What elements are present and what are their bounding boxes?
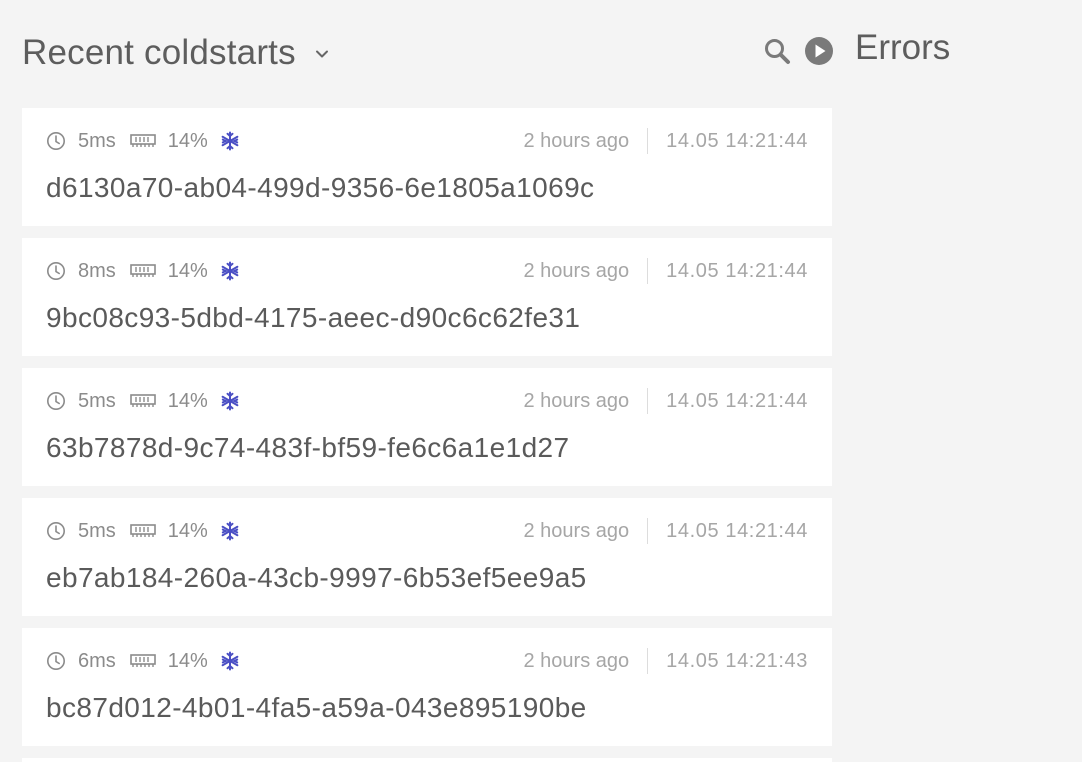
- page: Recent coldstarts Errors 5ms 14% 2 hours…: [0, 0, 1082, 762]
- coldstart-id[interactable]: 9bc08c93-5dbd-4175-aeec-d90c6c62fe31: [46, 300, 580, 336]
- coldstart-id[interactable]: 63b7878d-9c74-483f-bf59-fe6c6a1e1d27: [46, 430, 570, 466]
- timestamp: 14.05 14:21:44: [666, 259, 808, 282]
- divider: [647, 648, 649, 674]
- relative-time: 2 hours ago: [523, 259, 630, 282]
- coldstart-meta: 5ms 14% 2 hours ago 14.05 14:21:44: [46, 388, 808, 414]
- relative-time: 2 hours ago: [523, 519, 630, 542]
- coldstart-id[interactable]: eb7ab184-260a-43cb-9997-6b53ef5ee9a5: [46, 560, 587, 596]
- memory-icon: [129, 263, 156, 279]
- memory-icon: [129, 393, 156, 409]
- duration-value: 8ms: [78, 259, 116, 282]
- divider: [647, 258, 649, 284]
- coldstart-card[interactable]: 6ms 14% 2 hours ago 14.05 14:21:43 bc87d…: [22, 628, 832, 746]
- memory-value: 14%: [167, 259, 208, 282]
- relative-time: 2 hours ago: [523, 649, 630, 672]
- timestamp: 14.05 14:21:43: [666, 649, 808, 672]
- snowflake-icon: [220, 261, 240, 281]
- coldstart-card[interactable]: 5ms 14%: [22, 108, 832, 226]
- relative-time: 2 hours ago: [523, 389, 630, 412]
- coldstarts-header: Recent coldstarts: [22, 28, 842, 78]
- search-icon[interactable]: [762, 36, 792, 66]
- snowflake-icon: [220, 131, 240, 151]
- timestamp: 14.05 14:21:44: [666, 389, 808, 412]
- clock-icon: [46, 261, 66, 281]
- clock-icon: [46, 391, 66, 411]
- memory-icon: [129, 523, 156, 539]
- page-title: Recent coldstarts: [22, 33, 296, 72]
- coldstart-id[interactable]: d6130a70-ab04-499d-9356-6e1805a1069c: [46, 170, 594, 206]
- play-icon[interactable]: [804, 36, 834, 66]
- memory-value: 14%: [167, 519, 208, 542]
- memory-value: 14%: [167, 389, 208, 412]
- memory-icon: [129, 133, 156, 149]
- coldstart-meta: 8ms 14% 2 hours ago 14.05 14:21:44: [46, 258, 808, 284]
- memory-value: 14%: [167, 649, 208, 672]
- coldstart-id[interactable]: bc87d012-4b01-4fa5-a59a-043e895190be: [46, 690, 587, 726]
- divider: [647, 128, 649, 154]
- chevron-down-icon[interactable]: [314, 46, 330, 62]
- errors-title: Errors: [855, 28, 951, 67]
- divider: [647, 518, 649, 544]
- snowflake-icon: [220, 521, 240, 541]
- divider: [647, 388, 649, 414]
- coldstart-meta: 5ms 14% 2 hours ago 14.05 14:21:44: [46, 518, 808, 544]
- snowflake-icon: [220, 651, 240, 671]
- coldstarts-title-dropdown[interactable]: Recent coldstarts: [22, 28, 330, 78]
- coldstart-card[interactable]: 8ms 14% 2 hours ago 14.05 14:21:44 9bc08…: [22, 238, 832, 356]
- clock-icon: [46, 131, 66, 151]
- clock-icon: [46, 651, 66, 671]
- coldstart-meta: 6ms 14% 2 hours ago 14.05 14:21:43: [46, 648, 808, 674]
- coldstart-list: 5ms 14% 2 hours ago 14.05 14:21:44 d6130…: [22, 108, 832, 762]
- coldstart-meta: 5ms 14% 2 hours ago 14.05 14:21:44: [46, 128, 808, 154]
- timestamp: 14.05 14:21:44: [666, 129, 808, 152]
- timestamp: 14.05 14:21:44: [666, 519, 808, 542]
- coldstart-card[interactable]: 5ms 14%: [22, 498, 832, 616]
- duration-value: 5ms: [78, 389, 116, 412]
- snowflake-icon: [220, 391, 240, 411]
- duration-value: 6ms: [78, 649, 116, 672]
- duration-value: 5ms: [78, 129, 116, 152]
- clock-icon: [46, 521, 66, 541]
- coldstart-card[interactable]: 5ms 14%: [22, 368, 832, 486]
- memory-value: 14%: [167, 129, 208, 152]
- coldstart-card-partial[interactable]: [22, 758, 832, 762]
- header-actions: [762, 36, 834, 66]
- memory-icon: [129, 653, 156, 669]
- relative-time: 2 hours ago: [523, 129, 630, 152]
- duration-value: 5ms: [78, 519, 116, 542]
